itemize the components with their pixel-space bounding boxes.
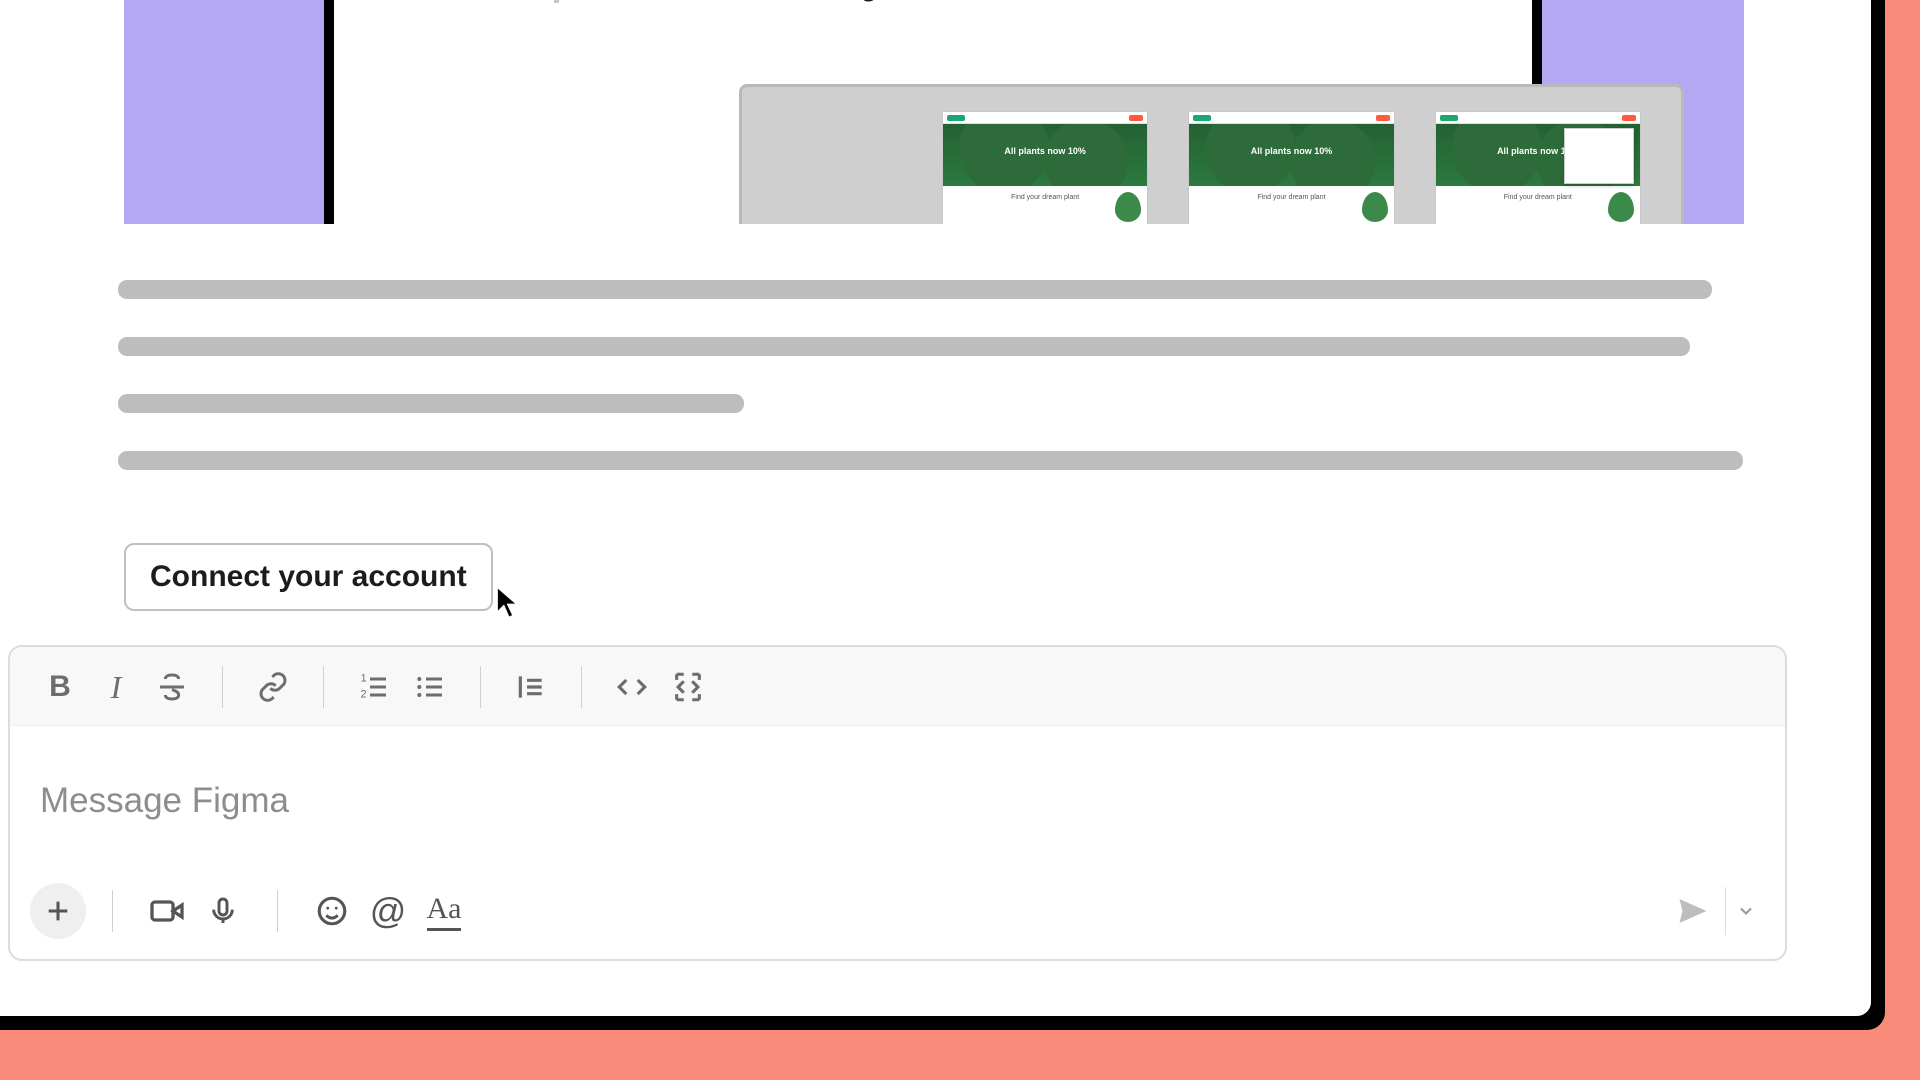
thumb-hero-text: All plants now 10% [1189, 146, 1393, 156]
italic-button[interactable]: I [88, 661, 144, 713]
toolbar-divider [323, 666, 324, 708]
action-toolbar: @ Aa [10, 875, 1785, 959]
strikethrough-button[interactable] [144, 661, 200, 713]
message-input[interactable] [10, 726, 1785, 875]
mention-button[interactable]: @ [360, 883, 416, 939]
svg-text:1: 1 [361, 673, 367, 685]
blockquote-button[interactable] [503, 661, 559, 713]
toolbar-divider [581, 666, 582, 708]
comment-text: This looks great to me! [707, 0, 1031, 3]
skeleton-line [118, 451, 1743, 470]
design-thumbnail-1: All plants now 10% Find your dream plant [942, 111, 1148, 224]
design-thumbnail-3: All plants now 10% Find your dream plant [1435, 111, 1641, 224]
quoted-comment: @Esther This looks great to me! 👍 [554, 0, 1076, 3]
video-button[interactable] [139, 883, 195, 939]
toolbar-divider [222, 666, 223, 708]
send-group [1661, 887, 1765, 935]
thumb-hero-text: All plants now 10% [943, 146, 1147, 156]
link-button[interactable] [245, 661, 301, 713]
message-composer: B I 12 [8, 645, 1787, 961]
bullet-list-button[interactable] [402, 661, 458, 713]
skeleton-line [118, 280, 1712, 299]
code-block-button[interactable] [660, 661, 716, 713]
skeleton-placeholder-lines [118, 280, 1748, 508]
svg-text:2: 2 [361, 689, 367, 701]
emoji-button[interactable] [304, 883, 360, 939]
toolbar-divider [480, 666, 481, 708]
design-thumbnail-2: All plants now 10% Find your dream plant [1188, 111, 1394, 224]
add-attachment-button[interactable] [30, 883, 86, 939]
skeleton-line [118, 394, 744, 413]
main-window: @Esther This looks great to me! 👍 All pl… [0, 0, 1875, 1020]
thumbs-up-emoji: 👍 [1039, 0, 1076, 2]
formatting-toggle-button[interactable]: Aa [416, 883, 472, 939]
ordered-list-button[interactable]: 12 [346, 661, 402, 713]
skeleton-line [118, 337, 1690, 356]
audio-button[interactable] [195, 883, 251, 939]
code-button[interactable] [604, 661, 660, 713]
design-thumbnails: All plants now 10% Find your dream plant… [739, 84, 1684, 224]
format-toolbar: B I 12 [10, 647, 1785, 726]
send-options-button[interactable] [1725, 887, 1765, 935]
toolbar-divider [112, 890, 113, 932]
cursor-arrow-icon [495, 586, 523, 620]
connect-account-button[interactable]: Connect your account [124, 543, 493, 611]
mention-text: @Esther [574, 0, 699, 3]
bold-button[interactable]: B [32, 661, 88, 713]
send-button[interactable] [1661, 887, 1725, 935]
preview-banner: @Esther This looks great to me! 👍 All pl… [124, 0, 1744, 224]
preview-device-frame: @Esther This looks great to me! 👍 All pl… [324, 0, 1542, 224]
toolbar-divider [277, 890, 278, 932]
